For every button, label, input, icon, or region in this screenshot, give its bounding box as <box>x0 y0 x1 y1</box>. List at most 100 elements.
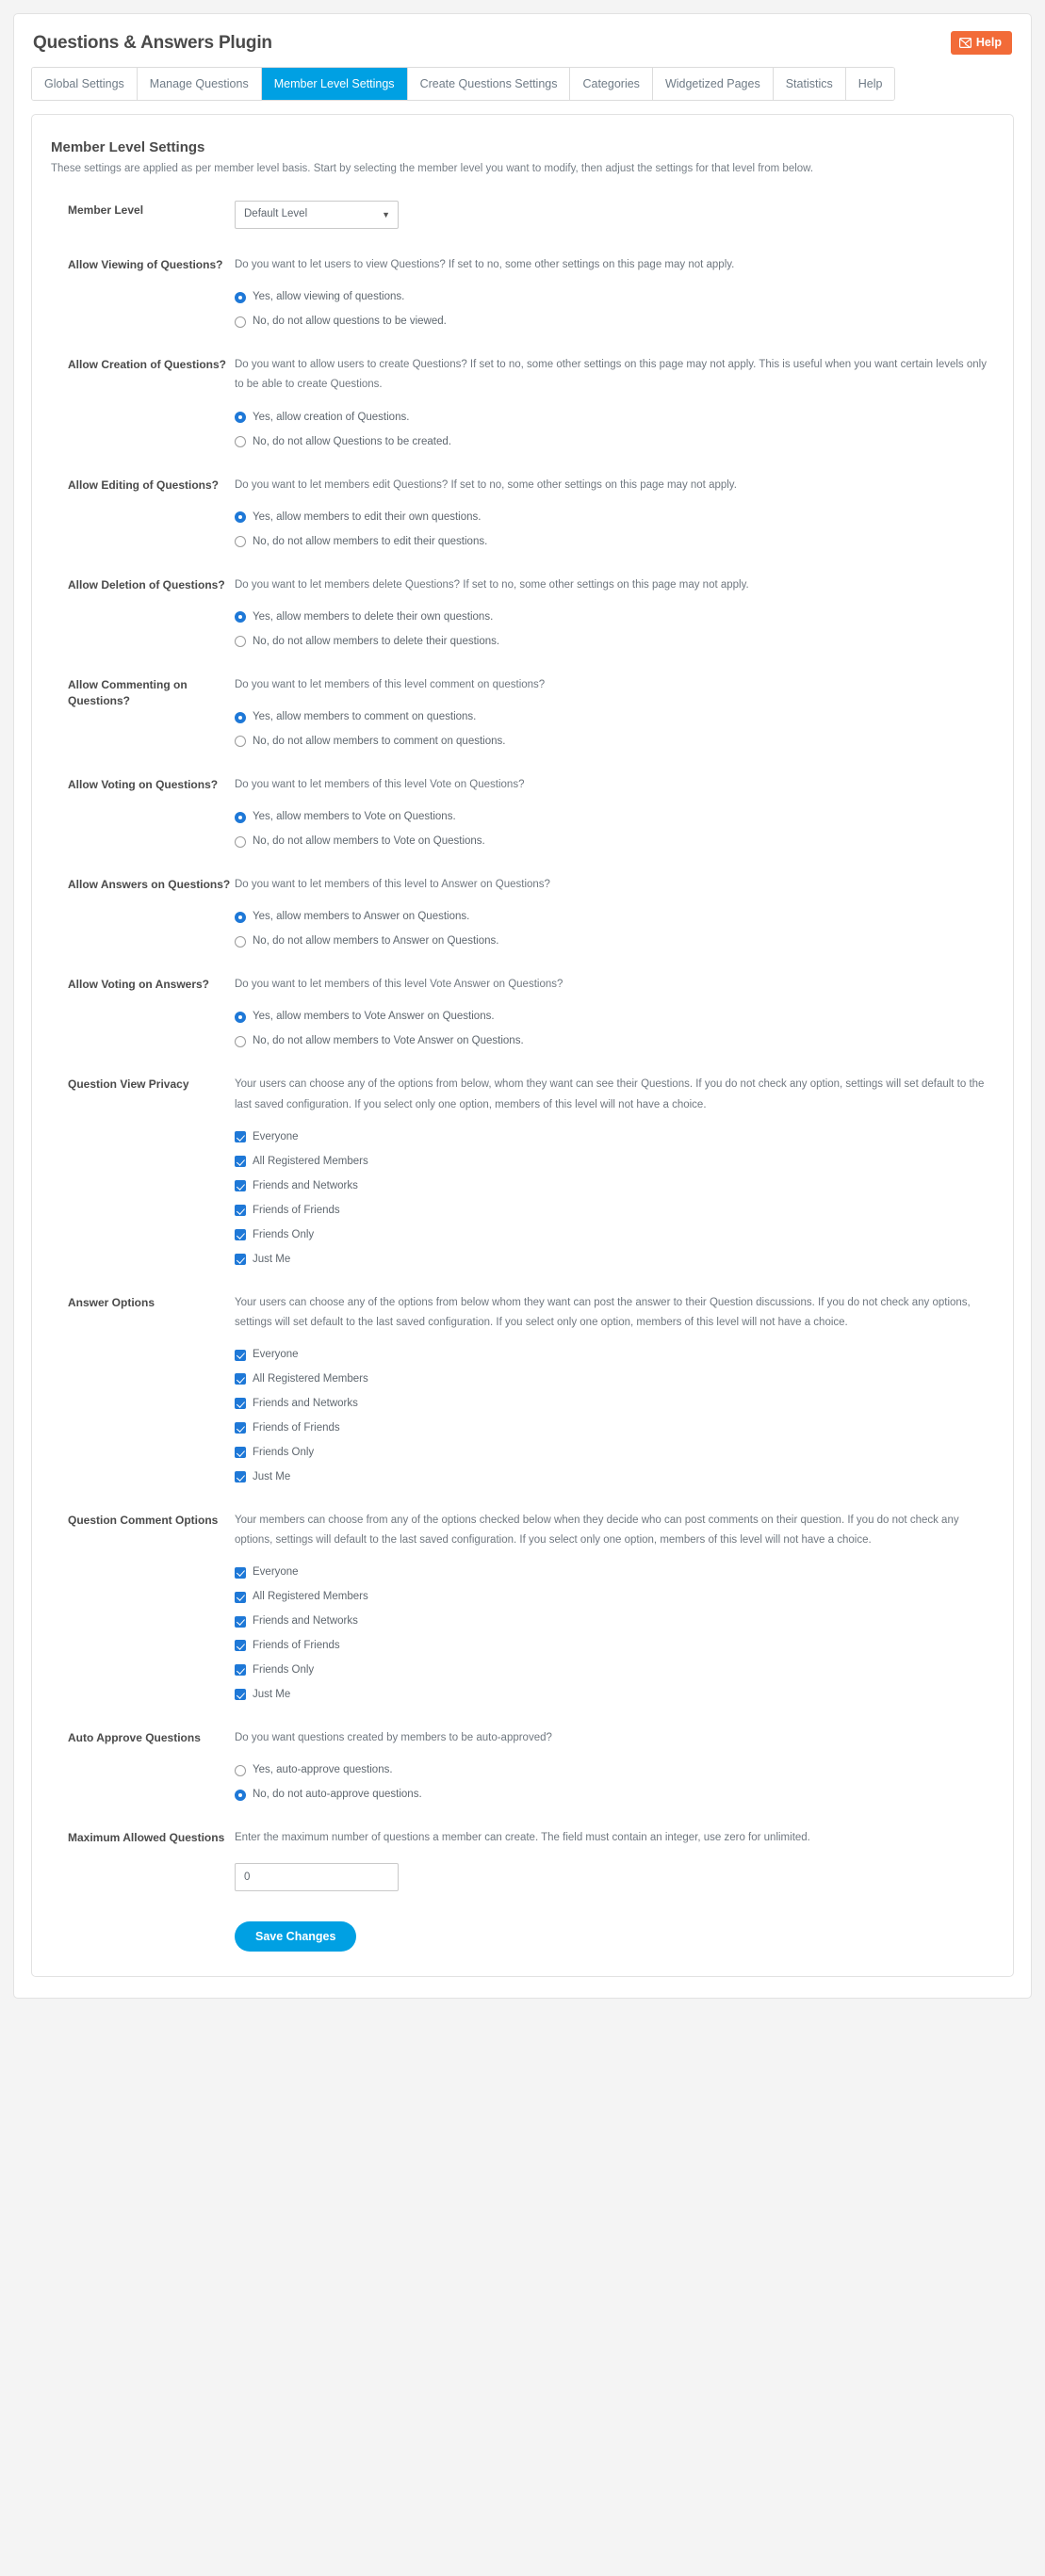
help-button[interactable]: Help <box>950 31 1012 55</box>
checkbox-friends-only[interactable] <box>235 1447 246 1459</box>
radio-row[interactable]: No, do not allow members to Vote on Ques… <box>235 834 994 849</box>
checkbox-row[interactable]: Just Me <box>235 1253 994 1267</box>
radio-commenting-0[interactable] <box>235 711 246 723</box>
checkbox-friends-of-friends[interactable] <box>235 1422 246 1434</box>
radio-row[interactable]: Yes, allow members to Vote on Questions. <box>235 810 994 824</box>
radio-creation-0[interactable] <box>235 412 246 424</box>
viewing-body: Do you want to let users to view Questio… <box>235 255 994 329</box>
option-label: Friends and Networks <box>253 1179 358 1191</box>
deletion-label: Allow Deletion of Questions? <box>68 577 225 591</box>
radio-row[interactable]: Yes, allow members to edit their own que… <box>235 510 994 525</box>
checkbox-row[interactable]: Friends and Networks <box>235 1179 994 1193</box>
max-questions-description: Enter the maximum number of questions a … <box>235 1831 810 1843</box>
radio-row[interactable]: No, do not auto-approve questions. <box>235 1788 994 1802</box>
checkbox-row[interactable]: Everyone <box>235 1348 994 1362</box>
view-privacy-description: Your users can choose any of the options… <box>235 1078 985 1110</box>
checkbox-friends-and-networks[interactable] <box>235 1180 246 1192</box>
checkbox-all-registered-members[interactable] <box>235 1591 246 1603</box>
tab-member-level-settings[interactable]: Member Level Settings <box>261 67 408 100</box>
checkbox-row[interactable]: Just Me <box>235 1470 994 1484</box>
checkbox-row[interactable]: Everyone <box>235 1565 994 1580</box>
checkbox-just-me[interactable] <box>235 1471 246 1483</box>
checkbox-row[interactable]: Friends of Friends <box>235 1204 994 1218</box>
radio-answers-1[interactable] <box>235 935 246 948</box>
radio-editing-0[interactable] <box>235 511 246 524</box>
commenting-body: Do you want to let members of this level… <box>235 675 994 749</box>
checkbox-everyone[interactable] <box>235 1131 246 1143</box>
radio-answers-0[interactable] <box>235 911 246 923</box>
option-label: Everyone <box>253 1130 299 1142</box>
tab-widgetized-pages[interactable]: Widgetized Pages <box>652 67 774 100</box>
radio-deletion-0[interactable] <box>235 611 246 624</box>
radio-row[interactable]: Yes, allow viewing of questions. <box>235 290 994 304</box>
radio-voting-answers-1[interactable] <box>235 1035 246 1047</box>
radio-deletion-1[interactable] <box>235 636 246 648</box>
checkbox-just-me[interactable] <box>235 1254 246 1266</box>
checkbox-row[interactable]: Friends of Friends <box>235 1421 994 1435</box>
radio-row[interactable]: Yes, allow members to Vote Answer on Que… <box>235 1010 994 1024</box>
radio-row[interactable]: Yes, allow creation of Questions. <box>235 411 994 425</box>
checkbox-all-registered-members[interactable] <box>235 1156 246 1168</box>
viewing-description: Do you want to let users to view Questio… <box>235 258 735 270</box>
option-label: Yes, allow viewing of questions. <box>253 291 405 303</box>
option-label: Friends Only <box>253 1663 315 1676</box>
checkbox-row[interactable]: Friends of Friends <box>235 1639 994 1653</box>
answers-body: Do you want to let members of this level… <box>235 875 994 948</box>
tab-help[interactable]: Help <box>845 67 895 100</box>
radio-auto-approve-1[interactable] <box>235 1789 246 1801</box>
radio-viewing-0[interactable] <box>235 291 246 303</box>
option-label: Friends of Friends <box>253 1204 340 1216</box>
radio-viewing-1[interactable] <box>235 316 246 328</box>
checkbox-row[interactable]: Friends Only <box>235 1663 994 1677</box>
save-changes-button[interactable]: Save Changes <box>235 1921 357 1952</box>
checkbox-friends-and-networks[interactable] <box>235 1615 246 1628</box>
radio-creation-1[interactable] <box>235 436 246 448</box>
radio-row[interactable]: No, do not allow members to Vote Answer … <box>235 1034 994 1048</box>
tab-manage-questions[interactable]: Manage Questions <box>137 67 262 100</box>
radio-row[interactable]: No, do not allow Questions to be created… <box>235 435 994 449</box>
radio-row[interactable]: No, do not allow members to delete their… <box>235 635 994 649</box>
radio-voting-questions-0[interactable] <box>235 811 246 823</box>
envelope-icon <box>958 37 972 48</box>
checkbox-row[interactable]: Friends Only <box>235 1446 994 1460</box>
checkbox-all-registered-members[interactable] <box>235 1373 246 1385</box>
max-questions-input[interactable] <box>235 1863 399 1892</box>
checkbox-everyone[interactable] <box>235 1566 246 1579</box>
field-save: Save Changes <box>51 1918 994 1952</box>
tab-global-settings[interactable]: Global Settings <box>32 67 138 100</box>
checkbox-friends-only[interactable] <box>235 1229 246 1241</box>
radio-voting-questions-1[interactable] <box>235 835 246 848</box>
radio-row[interactable]: No, do not allow questions to be viewed. <box>235 315 994 329</box>
checkbox-friends-of-friends[interactable] <box>235 1205 246 1217</box>
radio-row[interactable]: Yes, allow members to comment on questio… <box>235 710 994 724</box>
checkbox-row[interactable]: Friends Only <box>235 1228 994 1242</box>
checkbox-row[interactable]: Just Me <box>235 1688 994 1702</box>
tab-create-questions-settings[interactable]: Create Questions Settings <box>407 67 571 100</box>
checkbox-everyone[interactable] <box>235 1349 246 1361</box>
option-label: Friends and Networks <box>253 1615 358 1628</box>
checkbox-friends-and-networks[interactable] <box>235 1398 246 1410</box>
radio-editing-1[interactable] <box>235 536 246 548</box>
checkbox-row[interactable]: All Registered Members <box>235 1372 994 1386</box>
radio-row[interactable]: Yes, allow members to delete their own q… <box>235 610 994 624</box>
checkbox-row[interactable]: All Registered Members <box>235 1590 994 1604</box>
checkbox-friends-of-friends[interactable] <box>235 1640 246 1652</box>
radio-auto-approve-0[interactable] <box>235 1764 246 1776</box>
radio-row[interactable]: No, do not allow members to Answer on Qu… <box>235 934 994 948</box>
checkbox-row[interactable]: Friends and Networks <box>235 1397 994 1411</box>
radio-voting-answers-0[interactable] <box>235 1011 246 1023</box>
checkbox-row[interactable]: Everyone <box>235 1130 994 1144</box>
radio-row[interactable]: Yes, auto-approve questions. <box>235 1763 994 1777</box>
checkbox-friends-only[interactable] <box>235 1664 246 1677</box>
tab-statistics[interactable]: Statistics <box>773 67 846 100</box>
checkbox-row[interactable]: All Registered Members <box>235 1155 994 1169</box>
checkbox-just-me[interactable] <box>235 1689 246 1701</box>
radio-row[interactable]: No, do not allow members to comment on q… <box>235 735 994 749</box>
member-level-select[interactable]: Default Level <box>235 200 399 229</box>
radio-row[interactable]: Yes, allow members to Answer on Question… <box>235 910 994 924</box>
tab-categories[interactable]: Categories <box>570 67 653 100</box>
radio-row[interactable]: No, do not allow members to edit their q… <box>235 535 994 549</box>
checkbox-row[interactable]: Friends and Networks <box>235 1614 994 1628</box>
voting-answers-label: Allow Voting on Answers? <box>68 978 209 992</box>
radio-commenting-1[interactable] <box>235 736 246 748</box>
